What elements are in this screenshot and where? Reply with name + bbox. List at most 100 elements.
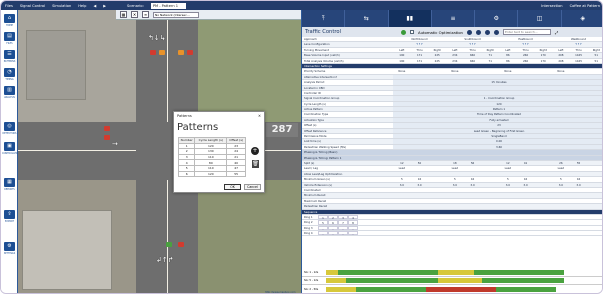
- value-cell[interactable]: [552, 188, 570, 192]
- value-cell[interactable]: [534, 193, 552, 197]
- value-cell[interactable]: 266: [517, 53, 535, 57]
- value-cell[interactable]: 234: [446, 53, 464, 57]
- value-cell[interactable]: [393, 193, 411, 197]
- value-cell[interactable]: [587, 193, 602, 197]
- value-cell[interactable]: [464, 199, 482, 203]
- value-cell[interactable]: Lead: [446, 166, 464, 170]
- value-cell[interactable]: [464, 193, 482, 197]
- value-cell[interactable]: [534, 161, 552, 165]
- value-cell[interactable]: [499, 193, 517, 197]
- value-cell[interactable]: Lead Green - Beginning of First Green: [393, 128, 602, 134]
- lane-config-icon[interactable]: ↰↑↱: [446, 42, 499, 46]
- user-label[interactable]: Coffee at Pattern: [570, 4, 600, 8]
- value-cell[interactable]: [428, 177, 446, 181]
- tab-settings[interactable]: ⚙: [475, 10, 519, 27]
- value-cell[interactable]: [411, 199, 429, 203]
- value-cell[interactable]: [587, 188, 602, 192]
- value-cell[interactable]: [464, 204, 482, 208]
- value-cell[interactable]: [552, 193, 570, 197]
- value-cell[interactable]: [428, 204, 446, 208]
- value-cell[interactable]: [517, 172, 535, 176]
- phase-bar[interactable]: [474, 270, 564, 275]
- value-cell[interactable]: 71: [481, 53, 499, 57]
- value-cell[interactable]: [534, 183, 552, 187]
- value-cell[interactable]: 120: [393, 101, 602, 107]
- signal-head[interactable]: [104, 126, 110, 131]
- value-cell[interactable]: [570, 204, 588, 208]
- info-icon[interactable]: [401, 29, 406, 35]
- value-cell[interactable]: 26: [552, 161, 570, 165]
- phase-bar[interactable]: [496, 287, 556, 292]
- value-cell[interactable]: [393, 90, 602, 96]
- tab-volumes[interactable]: ⇆: [345, 10, 389, 27]
- value-cell[interactable]: 16: [517, 177, 535, 181]
- value-cell[interactable]: 170: [534, 53, 552, 57]
- value-cell[interactable]: [464, 172, 482, 176]
- gear-icon[interactable]: ⚙: [4, 242, 15, 251]
- value-cell[interactable]: [534, 166, 552, 170]
- menu-files[interactable]: Files: [5, 4, 13, 8]
- value-cell[interactable]: [428, 193, 446, 197]
- ring-phase-cell[interactable]: -: [328, 225, 338, 231]
- value-cell[interactable]: 86: [499, 53, 517, 57]
- value-cell[interactable]: 225: [428, 53, 446, 57]
- cancel-button[interactable]: Cancel: [244, 184, 261, 190]
- lane-config-icon[interactable]: ↰↑↱: [552, 42, 602, 46]
- grid-icon[interactable]: ▦: [120, 11, 127, 18]
- home-icon[interactable]: ⌂: [4, 14, 15, 23]
- phase-bar[interactable]: [326, 270, 338, 275]
- ring-phase-cell[interactable]: 1: [318, 214, 328, 220]
- value-cell[interactable]: [481, 199, 499, 203]
- value-cell[interactable]: [587, 199, 602, 203]
- close-icon[interactable]: ✕: [131, 11, 138, 18]
- signal-head[interactable]: [178, 242, 184, 247]
- value-cell[interactable]: [446, 204, 464, 208]
- value-cell[interactable]: [587, 172, 602, 176]
- tab-lanes[interactable]: ⤒: [302, 10, 346, 27]
- value-cell[interactable]: 170: [534, 59, 552, 63]
- value-cell[interactable]: 56: [464, 161, 482, 165]
- value-cell[interactable]: [393, 199, 411, 203]
- value-cell[interactable]: 171: [411, 59, 429, 63]
- value-cell[interactable]: [517, 69, 535, 73]
- expand-icon[interactable]: ⤢: [555, 30, 558, 35]
- trash-icon[interactable]: 🗑: [252, 160, 259, 168]
- ring-phase-cell[interactable]: 8: [348, 220, 358, 225]
- value-cell[interactable]: [570, 199, 588, 203]
- value-cell[interactable]: 12: [393, 161, 411, 165]
- value-cell[interactable]: [428, 166, 446, 170]
- value-cell[interactable]: Fully actuated: [393, 117, 602, 123]
- value-cell[interactable]: 41: [517, 161, 535, 165]
- ring-phase-cell[interactable]: 6: [328, 220, 338, 225]
- value-cell[interactable]: [393, 74, 602, 80]
- lock-icon[interactable]: [466, 29, 472, 35]
- signal-head[interactable]: [166, 242, 172, 247]
- value-cell[interactable]: 3.0: [446, 183, 464, 187]
- signal-head[interactable]: [159, 50, 165, 55]
- value-cell[interactable]: [481, 69, 499, 73]
- value-cell[interactable]: [552, 204, 570, 208]
- value-cell[interactable]: [587, 177, 602, 181]
- value-cell[interactable]: 3.0: [464, 183, 482, 187]
- value-cell[interactable]: 71: [481, 59, 499, 63]
- value-cell[interactable]: 18: [446, 161, 464, 165]
- ring-phase-cell[interactable]: -: [338, 231, 348, 236]
- signal-head[interactable]: [150, 50, 156, 55]
- ok-button[interactable]: OK: [224, 184, 241, 190]
- ring-phase-cell[interactable]: 5: [318, 220, 328, 225]
- value-cell[interactable]: [481, 161, 499, 165]
- value-cell[interactable]: 266: [517, 59, 535, 63]
- value-cell[interactable]: [428, 188, 446, 192]
- value-cell[interactable]: 51: [587, 53, 602, 57]
- value-cell[interactable]: [393, 204, 411, 208]
- value-cell[interactable]: [428, 69, 446, 73]
- value-cell[interactable]: 3.0: [517, 183, 535, 187]
- clock-icon[interactable]: ◔: [4, 68, 15, 77]
- phase-bar[interactable]: [326, 287, 356, 292]
- value-cell[interactable]: [411, 204, 429, 208]
- value-cell[interactable]: [481, 172, 499, 176]
- phase-bar[interactable]: [426, 287, 496, 292]
- value-cell[interactable]: 1165: [570, 59, 588, 63]
- value-cell[interactable]: 660: [464, 59, 482, 63]
- value-cell[interactable]: [534, 204, 552, 208]
